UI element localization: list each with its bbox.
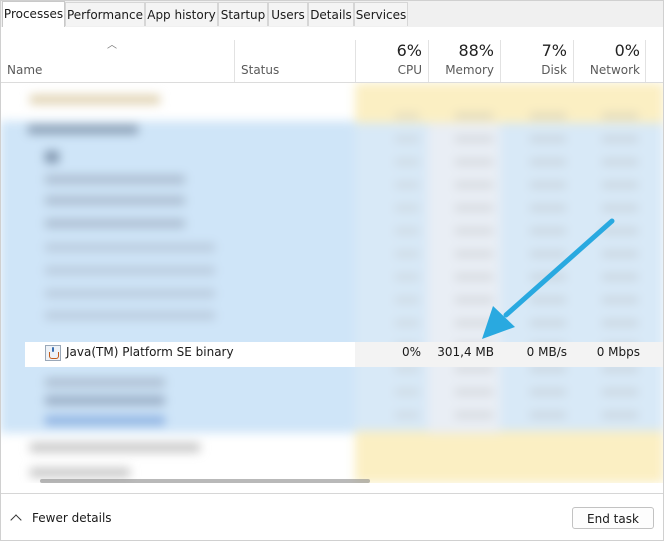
footer: Fewer details End task [0, 493, 664, 542]
fewer-details-label: Fewer details [32, 511, 112, 525]
chevron-up-icon [10, 514, 22, 526]
column-network[interactable]: Network [573, 63, 640, 77]
tab-bar: Processes Performance App history Startu… [0, 0, 664, 28]
tab-details[interactable]: Details [308, 2, 354, 26]
end-task-button[interactable]: End task [572, 507, 654, 529]
column-disk[interactable]: Disk [500, 63, 567, 77]
column-status[interactable]: Status [241, 63, 279, 77]
sort-up-icon: ︿ [107, 40, 117, 51]
process-list[interactable]: Java(TM) Platform SE binary 0% 301,4 MB … [0, 83, 664, 483]
tab-app-history[interactable]: App history [145, 2, 218, 26]
cpu-total: 6% [396, 41, 422, 60]
tab-performance[interactable]: Performance [65, 2, 145, 26]
column-divider[interactable] [645, 40, 646, 82]
fewer-details-button[interactable]: Fewer details [10, 511, 112, 526]
column-name[interactable]: Name [7, 63, 42, 77]
network-total: 0% [614, 41, 640, 60]
column-divider[interactable] [234, 40, 235, 82]
column-memory[interactable]: Memory [428, 63, 494, 77]
column-cpu[interactable]: CPU [355, 63, 422, 77]
memory-total: 88% [458, 41, 494, 60]
tab-processes[interactable]: Processes [2, 1, 65, 28]
disk-total: 7% [541, 41, 567, 60]
column-header: ︿ Name Status 6% CPU 88% Memory 7% Disk … [0, 27, 664, 83]
horizontal-scrollbar[interactable] [40, 479, 370, 483]
tab-users[interactable]: Users [268, 2, 308, 26]
annotation-arrow-icon [482, 218, 615, 339]
tab-startup[interactable]: Startup [218, 2, 268, 26]
tab-services[interactable]: Services [354, 2, 408, 26]
